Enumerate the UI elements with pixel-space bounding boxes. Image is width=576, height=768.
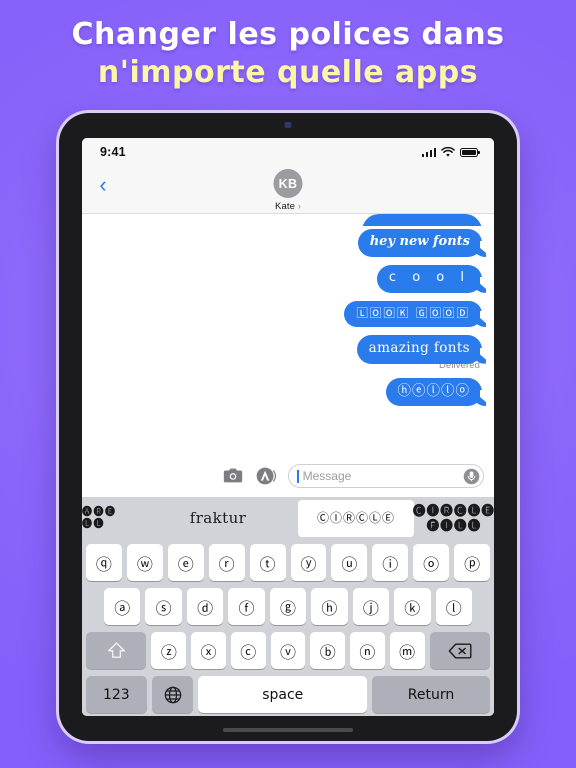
boxed-letters-text: 🄻🄾🄾🄺 🄶🄾🄾🄳 — [356, 305, 470, 320]
message-bubble-partial — [362, 214, 482, 226]
font-option-line-2: 🅛🅛 — [82, 518, 105, 530]
font-option-label: ⒸⒾⓇⒸⓁⒺ — [316, 511, 395, 526]
keyboard-row-4: 123 space Return — [84, 676, 492, 713]
shift-key[interactable] — [86, 632, 147, 669]
front-camera-icon — [284, 122, 292, 128]
key-l[interactable]: ⓛ — [435, 588, 472, 625]
font-option-line-2: 🅕🅘🅛🅛 — [426, 517, 482, 533]
font-option-label: fraktur — [189, 508, 247, 527]
keyboard-row-2: ⓐ ⓢ ⓓ ⓕ ⓖ ⓗ ⓙ ⓚ ⓛ — [84, 588, 492, 625]
key-w[interactable]: ⓦ — [126, 544, 163, 581]
conversation-nav-bar: ‹ KB Kate — [82, 166, 494, 214]
key-g[interactable]: ⓖ — [269, 588, 307, 625]
message-placeholder: Message — [302, 469, 352, 483]
key-t[interactable]: ⓣ — [249, 544, 286, 581]
key-m[interactable]: ⓜ — [389, 632, 425, 669]
font-option-fraktur[interactable]: fraktur — [138, 497, 298, 540]
font-option-line-1: 🅐🅡🅔 — [82, 506, 117, 518]
message-bubble-cool[interactable]: c o o l — [376, 264, 488, 293]
app-store-icon[interactable] — [255, 465, 277, 487]
status-bar-icons — [421, 146, 481, 158]
message-bubble-hey-new-fonts[interactable]: hey new fonts — [357, 229, 488, 257]
message-row: c o o l — [94, 264, 488, 293]
key-n[interactable]: ⓝ — [350, 632, 385, 669]
headline-line-2: n'importe quelle apps — [97, 55, 479, 91]
key-y[interactable]: ⓨ — [290, 544, 327, 581]
font-suggestion-bar[interactable]: 🅐🅡🅔 🅛🅛 fraktur ⒸⒾⓇⒸⓁⒺ 🅒🅘🅡🅒🅛🅔 🅕🅘🅛🅛 — [82, 497, 494, 540]
key-s[interactable]: ⓢ — [145, 588, 182, 625]
font-option-circle[interactable]: ⒸⒾⓇⒸⓁⒺ — [298, 500, 414, 537]
backspace-icon — [448, 642, 472, 659]
message-input-bar: Message — [82, 455, 494, 497]
circled-letters-text: ⓗⓔⓛⓛⓞ — [397, 382, 470, 399]
key-b[interactable]: ⓑ — [310, 632, 346, 669]
message-row: 🄻🄾🄾🄺 🄶🄾🄾🄳 — [94, 300, 487, 328]
headline-line-1: Changer les polices dans — [71, 17, 505, 52]
keyboard-letters-row-3: ⓩ ⓧ ⓒ ⓥ ⓑ ⓝ ⓜ — [151, 632, 425, 669]
contact-header[interactable]: KB Kate — [273, 169, 303, 212]
status-bar: 9:41 — [82, 138, 494, 166]
key-i[interactable]: ⓘ — [372, 544, 409, 581]
message-row: ⓗⓔⓛⓛⓞ — [94, 377, 487, 407]
key-z[interactable]: ⓩ — [151, 632, 187, 669]
message-bubble-amazing-fonts[interactable]: amazing fonts — [356, 335, 488, 364]
device-screen: 9:41 ‹ KB Kate › hey new fonts c o o l 🄻… — [82, 138, 494, 716]
globe-icon — [164, 686, 181, 703]
contact-name-label: Kate — [275, 201, 301, 212]
keyboard-row-3: ⓩ ⓧ ⓒ ⓥ ⓑ ⓝ ⓜ — [84, 632, 492, 669]
key-c[interactable]: ⓒ — [230, 632, 266, 669]
font-option-line-1: 🅒🅘🅡🅒🅛🅔 — [412, 502, 494, 518]
key-v[interactable]: ⓥ — [270, 632, 306, 669]
camera-icon[interactable] — [222, 465, 244, 487]
message-bubble-look-good[interactable]: 🄻🄾🄾🄺 🄶🄾🄾🄳 — [344, 300, 487, 328]
key-p[interactable]: ⓟ — [454, 544, 491, 581]
cellular-bars-icon — [421, 147, 436, 157]
wifi-icon — [441, 146, 455, 158]
return-key[interactable]: Return — [372, 676, 490, 713]
globe-key[interactable] — [151, 676, 194, 713]
tablet-device-frame: 9:41 ‹ KB Kate › hey new fonts c o o l 🄻… — [59, 113, 517, 741]
key-o[interactable]: ⓞ — [413, 544, 450, 581]
space-key[interactable]: space — [198, 676, 368, 713]
home-indicator — [223, 728, 353, 732]
message-input-field[interactable]: Message — [288, 464, 484, 488]
promo-headline: Changer les polices dans n'importe quell… — [0, 16, 576, 92]
message-thread[interactable]: hey new fonts c o o l 🄻🄾🄾🄺 🄶🄾🄾🄳 amazing … — [82, 214, 494, 455]
device-camera-row — [59, 119, 517, 132]
font-option-square-fill[interactable]: 🅐🅡🅔 🅛🅛 — [82, 497, 138, 540]
battery-full-icon — [460, 147, 481, 157]
clipped-bubble-above — [94, 214, 482, 226]
microphone-icon[interactable] — [463, 468, 480, 485]
key-k[interactable]: ⓚ — [394, 588, 431, 625]
back-button[interactable]: ‹ — [92, 174, 114, 196]
delete-key[interactable] — [429, 632, 490, 669]
key-h[interactable]: ⓗ — [311, 588, 348, 625]
key-e[interactable]: ⓔ — [167, 544, 204, 581]
shift-arrow-icon — [107, 642, 125, 658]
on-screen-keyboard[interactable]: ⓠ ⓦ ⓔ ⓡ ⓣ ⓨ ⓤ ⓘ ⓞ ⓟ ⓐ ⓢ ⓓ ⓕ ⓖ ⓗ ⓙ ⓚ ⓛ ⓩ ⓧ ⓒ ⓥ ⓑ ⓝ ⓜ 123 — [82, 540, 494, 716]
avatar[interactable]: KB — [273, 169, 303, 198]
font-option-circle-fill[interactable]: 🅒🅘🅡🅒🅛🅔 🅕🅘🅛🅛 — [412, 497, 494, 540]
key-u[interactable]: ⓤ — [331, 544, 368, 581]
key-f[interactable]: ⓕ — [228, 588, 265, 625]
key-q[interactable]: ⓠ — [85, 544, 122, 581]
key-r[interactable]: ⓡ — [208, 544, 245, 581]
numeric-key[interactable]: 123 — [86, 676, 147, 713]
key-x[interactable]: ⓧ — [191, 632, 226, 669]
key-d[interactable]: ⓓ — [186, 588, 224, 625]
key-j[interactable]: ⓙ — [352, 588, 390, 625]
keyboard-row-1: ⓠ ⓦ ⓔ ⓡ ⓣ ⓨ ⓤ ⓘ ⓞ ⓟ — [84, 544, 492, 581]
key-a[interactable]: ⓐ — [104, 588, 141, 625]
status-bar-clock: 9:41 — [100, 145, 126, 159]
message-row: hey new fonts — [94, 229, 488, 257]
message-bubble-hello[interactable]: ⓗⓔⓛⓛⓞ — [385, 377, 487, 407]
